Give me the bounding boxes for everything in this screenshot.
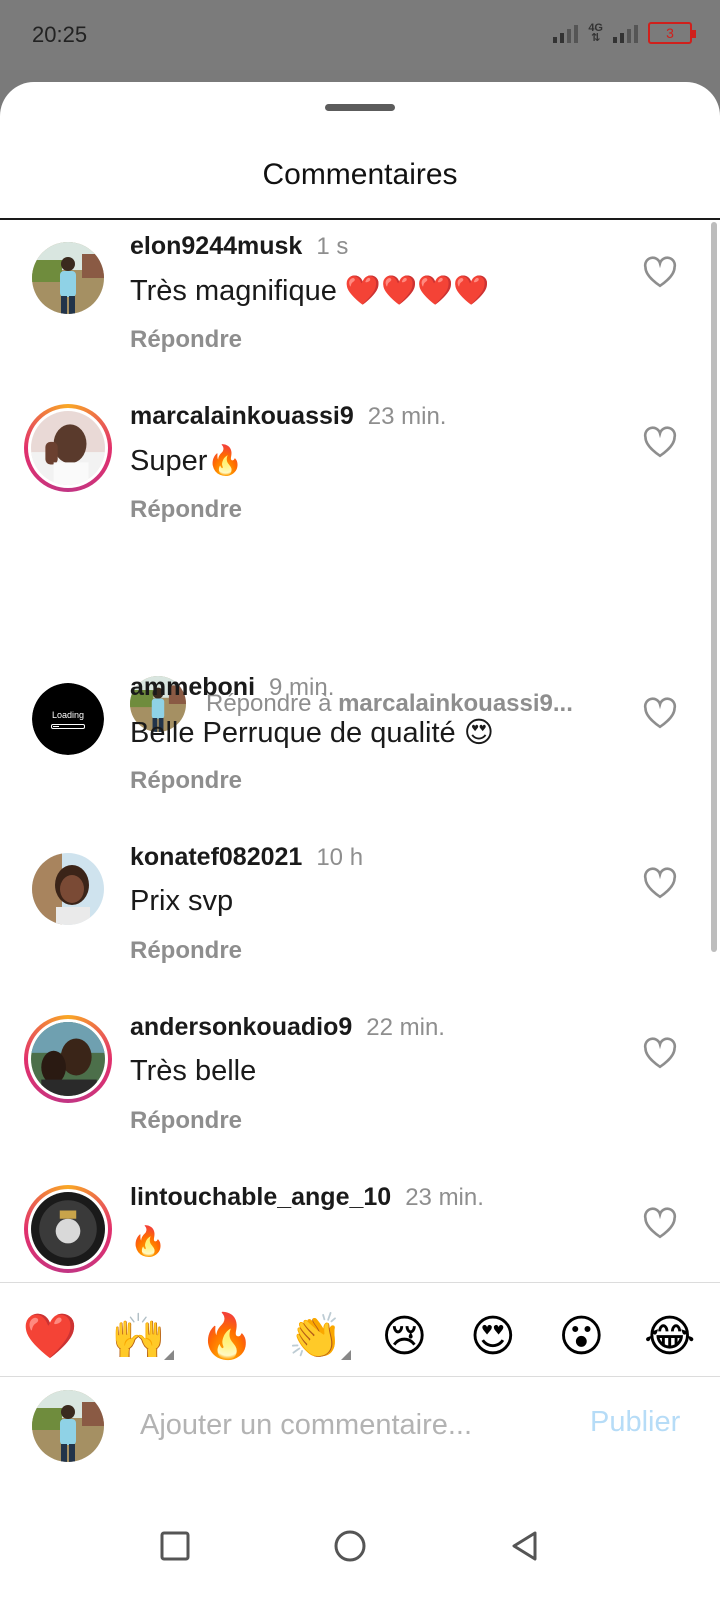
comment-username[interactable]: andersonkouadio9 — [130, 1013, 352, 1042]
comment-text: Très magnifique ❤️❤️❤️❤️ — [130, 275, 490, 307]
emoji-heart-eyes[interactable]: 😍 — [458, 1311, 528, 1362]
avatar[interactable] — [32, 853, 104, 925]
user-photo-icon — [31, 1022, 105, 1096]
recents-button[interactable] — [155, 1526, 195, 1566]
emoji-raised-hands[interactable]: 🙌 — [104, 1310, 174, 1362]
reply-button[interactable]: Répondre — [130, 1107, 242, 1135]
comment-username[interactable]: marcalainkouassi9 — [130, 402, 354, 431]
signal-icon-2 — [613, 23, 638, 43]
comment-item: konatef082021 10 h Prix svp Répondre — [0, 843, 720, 993]
comment-text: Prix svp — [130, 885, 234, 917]
reply-button[interactable]: Répondre — [130, 326, 242, 354]
battery-level: 3 — [666, 25, 674, 41]
comment-item: elon9244musk 1 s Très magnifique ❤️❤️❤️❤… — [0, 232, 720, 382]
avatar[interactable]: Loading — [32, 683, 104, 755]
emoji-laughing[interactable]: 😂 — [635, 1311, 705, 1362]
emoji-heart[interactable]: ❤️ — [15, 1310, 85, 1362]
comment-meta: elon9244musk 1 s — [130, 232, 348, 261]
avatar-caption: Loading — [51, 709, 85, 720]
user-photo-icon — [32, 1390, 104, 1462]
comment-username[interactable]: lintouchable_ange_10 — [130, 1183, 391, 1212]
comment-input[interactable] — [140, 1398, 560, 1452]
like-heart-icon[interactable] — [642, 1037, 678, 1069]
circle-icon — [334, 1530, 366, 1562]
emoji-fire[interactable]: 🔥 — [192, 1310, 262, 1362]
comment-time: 10 h — [316, 844, 364, 871]
avatar — [32, 1390, 104, 1462]
comment-meta: marcalainkouassi9 23 min. — [130, 402, 446, 431]
user-photo-icon — [31, 411, 105, 485]
comment-item: andersonkouadio9 22 min. Très belle Répo… — [0, 1013, 720, 1163]
status-bar: 20:25 4G ⇅ 3 — [0, 0, 720, 70]
avatar-story-ring[interactable] — [24, 1185, 112, 1273]
like-heart-icon[interactable] — [642, 1207, 678, 1239]
comment-text: Super🔥 — [130, 445, 244, 477]
comment-composer: Publier — [0, 1376, 720, 1486]
reply-button[interactable]: Répondre — [130, 496, 242, 524]
emoji-clapping[interactable]: 👏 — [281, 1310, 351, 1362]
like-heart-icon[interactable] — [642, 697, 678, 729]
comment-time: 22 min. — [366, 1014, 445, 1041]
avatar-story-ring[interactable] — [24, 404, 112, 492]
like-heart-icon[interactable] — [642, 256, 678, 288]
square-icon — [160, 1531, 190, 1561]
user-photo-icon — [32, 242, 104, 314]
comment-meta: ammeboni 9 min. — [130, 673, 334, 702]
comments-sheet: Commentaires elon9244musk 1 s Très magni… — [0, 82, 720, 1612]
comment-time: 9 min. — [269, 674, 335, 701]
user-photo-icon — [31, 1192, 105, 1266]
emoji-quick-bar: ❤️ 🙌 🔥 👏 😢 😍 😮 😂 — [0, 1296, 720, 1376]
comment-text: 🔥 — [130, 1226, 167, 1258]
comment-item: lintouchable_ange_10 23 min. 🔥 — [0, 1183, 720, 1282]
divider — [0, 1282, 720, 1283]
comment-time: 23 min. — [367, 403, 447, 430]
comment-username[interactable]: ammeboni — [130, 673, 255, 702]
reply-button[interactable]: Répondre — [130, 937, 242, 965]
divider — [0, 218, 720, 220]
signal-icon — [553, 23, 579, 43]
sheet-title: Commentaires — [262, 158, 458, 191]
comment-time: 23 min. — [405, 1184, 484, 1211]
publish-button[interactable]: Publier — [590, 1406, 680, 1439]
emoji-surprised[interactable]: 😮 — [546, 1311, 616, 1362]
battery-icon: 3 — [648, 22, 696, 44]
back-triangle-icon — [512, 1531, 537, 1561]
back-button[interactable] — [505, 1526, 545, 1566]
home-button[interactable] — [330, 1526, 370, 1566]
loading-avatar-icon: Loading — [32, 683, 104, 755]
emoji-crying[interactable]: 😢 — [369, 1311, 439, 1362]
status-time: 20:25 — [32, 22, 88, 47]
avatar[interactable] — [32, 242, 104, 314]
comment-time: 1 s — [316, 233, 349, 260]
comment-text: Très belle — [130, 1055, 257, 1087]
comment-item: Loading ammeboni 9 min. Belle Perruque d… — [0, 673, 720, 823]
comment-item: marcalainkouassi9 23 min. Super🔥 Répondr… — [0, 402, 720, 552]
status-icons: 4G ⇅ 3 — [553, 22, 696, 44]
comment-text: Belle Perruque de qualité 😍 — [130, 717, 494, 749]
reply-button[interactable]: Répondre — [130, 767, 242, 795]
comment-username[interactable]: elon9244musk — [130, 232, 302, 261]
like-heart-icon[interactable] — [642, 867, 678, 899]
system-nav-bar — [0, 1486, 720, 1612]
comment-meta: konatef082021 10 h — [130, 843, 363, 872]
network-type: 4G ⇅ — [588, 22, 603, 44]
drag-handle[interactable] — [325, 104, 395, 111]
comment-meta: andersonkouadio9 22 min. — [130, 1013, 445, 1042]
avatar-story-ring[interactable] — [24, 1015, 112, 1103]
comment-meta: lintouchable_ange_10 23 min. — [130, 1183, 484, 1212]
like-heart-icon[interactable] — [642, 426, 678, 458]
user-photo-icon — [32, 853, 104, 925]
comment-username[interactable]: konatef082021 — [130, 843, 302, 872]
